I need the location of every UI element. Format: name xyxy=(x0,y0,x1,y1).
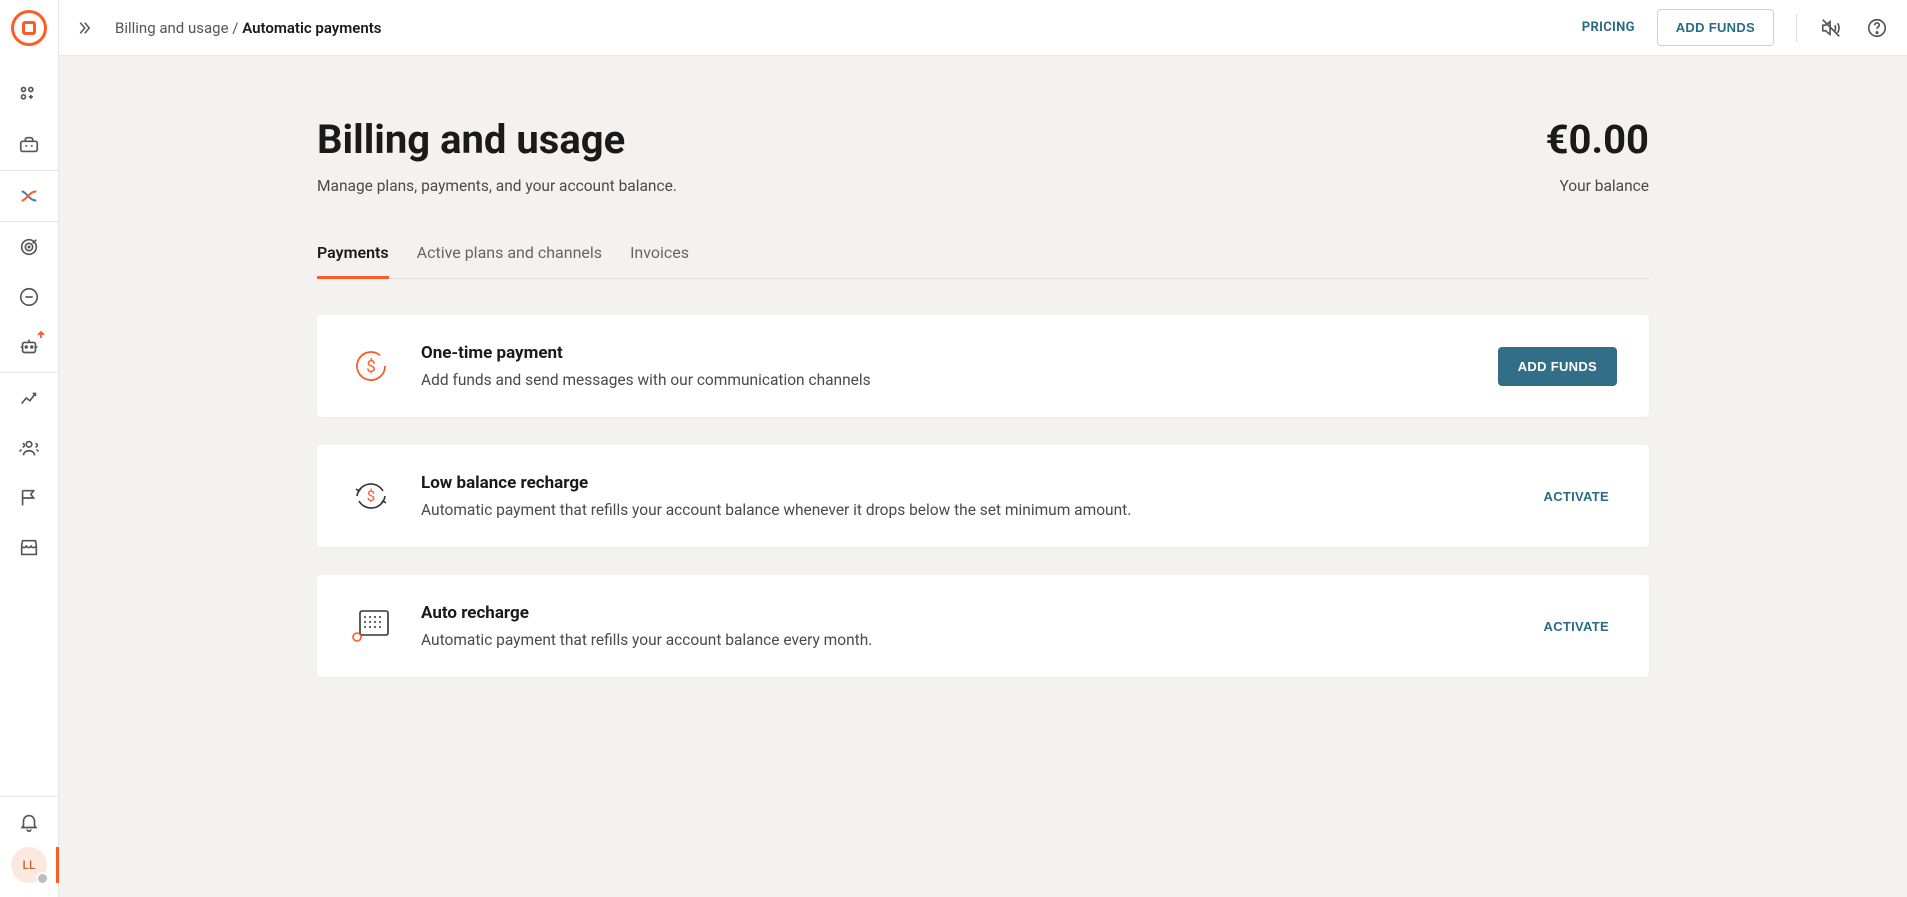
calendar-recurring-icon xyxy=(349,604,393,648)
nav-target-icon[interactable] xyxy=(0,222,58,272)
svg-text:$: $ xyxy=(366,357,376,377)
tab-active-plans[interactable]: Active plans and channels xyxy=(417,243,602,279)
help-icon[interactable] xyxy=(1865,16,1889,40)
card-low-balance-recharge: $ Low balance recharge Automatic payment… xyxy=(317,445,1649,547)
card-desc: Automatic payment that refills your acco… xyxy=(421,631,1508,649)
logo[interactable] xyxy=(11,10,47,46)
sidebar: LL xyxy=(0,0,59,897)
page-subtitle: Manage plans, payments, and your account… xyxy=(317,177,677,195)
nav-store-icon[interactable] xyxy=(0,523,58,573)
nav-shuffle-icon[interactable] xyxy=(0,171,58,221)
breadcrumb: Billing and usage / Automatic payments xyxy=(115,19,381,37)
activate-button[interactable]: ACTIVATE xyxy=(1536,607,1617,646)
topbar: Billing and usage / Automatic payments P… xyxy=(59,0,1907,56)
nav-analytics-icon[interactable] xyxy=(0,373,58,423)
tab-invoices[interactable]: Invoices xyxy=(630,243,689,279)
dollar-circle-icon: $ xyxy=(349,344,393,388)
pricing-link[interactable]: PRICING xyxy=(1582,20,1635,35)
nav-bell-icon[interactable] xyxy=(0,797,58,847)
tabs: Payments Active plans and channels Invoi… xyxy=(317,243,1649,279)
nav-chat-icon[interactable] xyxy=(0,272,58,322)
nav-flag-icon[interactable] xyxy=(0,473,58,523)
svg-text:$: $ xyxy=(367,487,375,505)
card-title: One-time payment xyxy=(421,343,1470,363)
card-desc: Add funds and send messages with our com… xyxy=(421,371,1470,389)
mute-icon[interactable] xyxy=(1819,16,1843,40)
breadcrumb-parent[interactable]: Billing and usage xyxy=(115,19,229,37)
nav-briefcase-icon[interactable] xyxy=(0,120,58,170)
card-auto-recharge: Auto recharge Automatic payment that ref… xyxy=(317,575,1649,677)
card-title: Low balance recharge xyxy=(421,473,1508,493)
nav-people-icon[interactable] xyxy=(0,423,58,473)
breadcrumb-current: Automatic payments xyxy=(242,19,381,37)
nav-apps-icon[interactable] xyxy=(0,70,58,120)
balance-label: Your balance xyxy=(1546,177,1649,195)
card-title: Auto recharge xyxy=(421,603,1508,623)
card-one-time-payment: $ One-time payment Add funds and send me… xyxy=(317,315,1649,417)
activate-button[interactable]: ACTIVATE xyxy=(1536,477,1617,516)
add-funds-button-top[interactable]: ADD FUNDS xyxy=(1657,9,1774,46)
nav-bot-icon[interactable] xyxy=(0,322,58,372)
recharge-cycle-icon: $ xyxy=(349,474,393,518)
user-initials: LL xyxy=(23,858,36,872)
tab-payments[interactable]: Payments xyxy=(317,243,389,279)
page-title: Billing and usage xyxy=(317,116,677,163)
expand-sidebar-icon[interactable] xyxy=(69,13,99,43)
balance-amount: €0.00 xyxy=(1546,116,1649,163)
card-desc: Automatic payment that refills your acco… xyxy=(421,501,1508,519)
add-funds-button[interactable]: ADD FUNDS xyxy=(1498,347,1617,386)
user-avatar[interactable]: LL xyxy=(11,847,47,883)
